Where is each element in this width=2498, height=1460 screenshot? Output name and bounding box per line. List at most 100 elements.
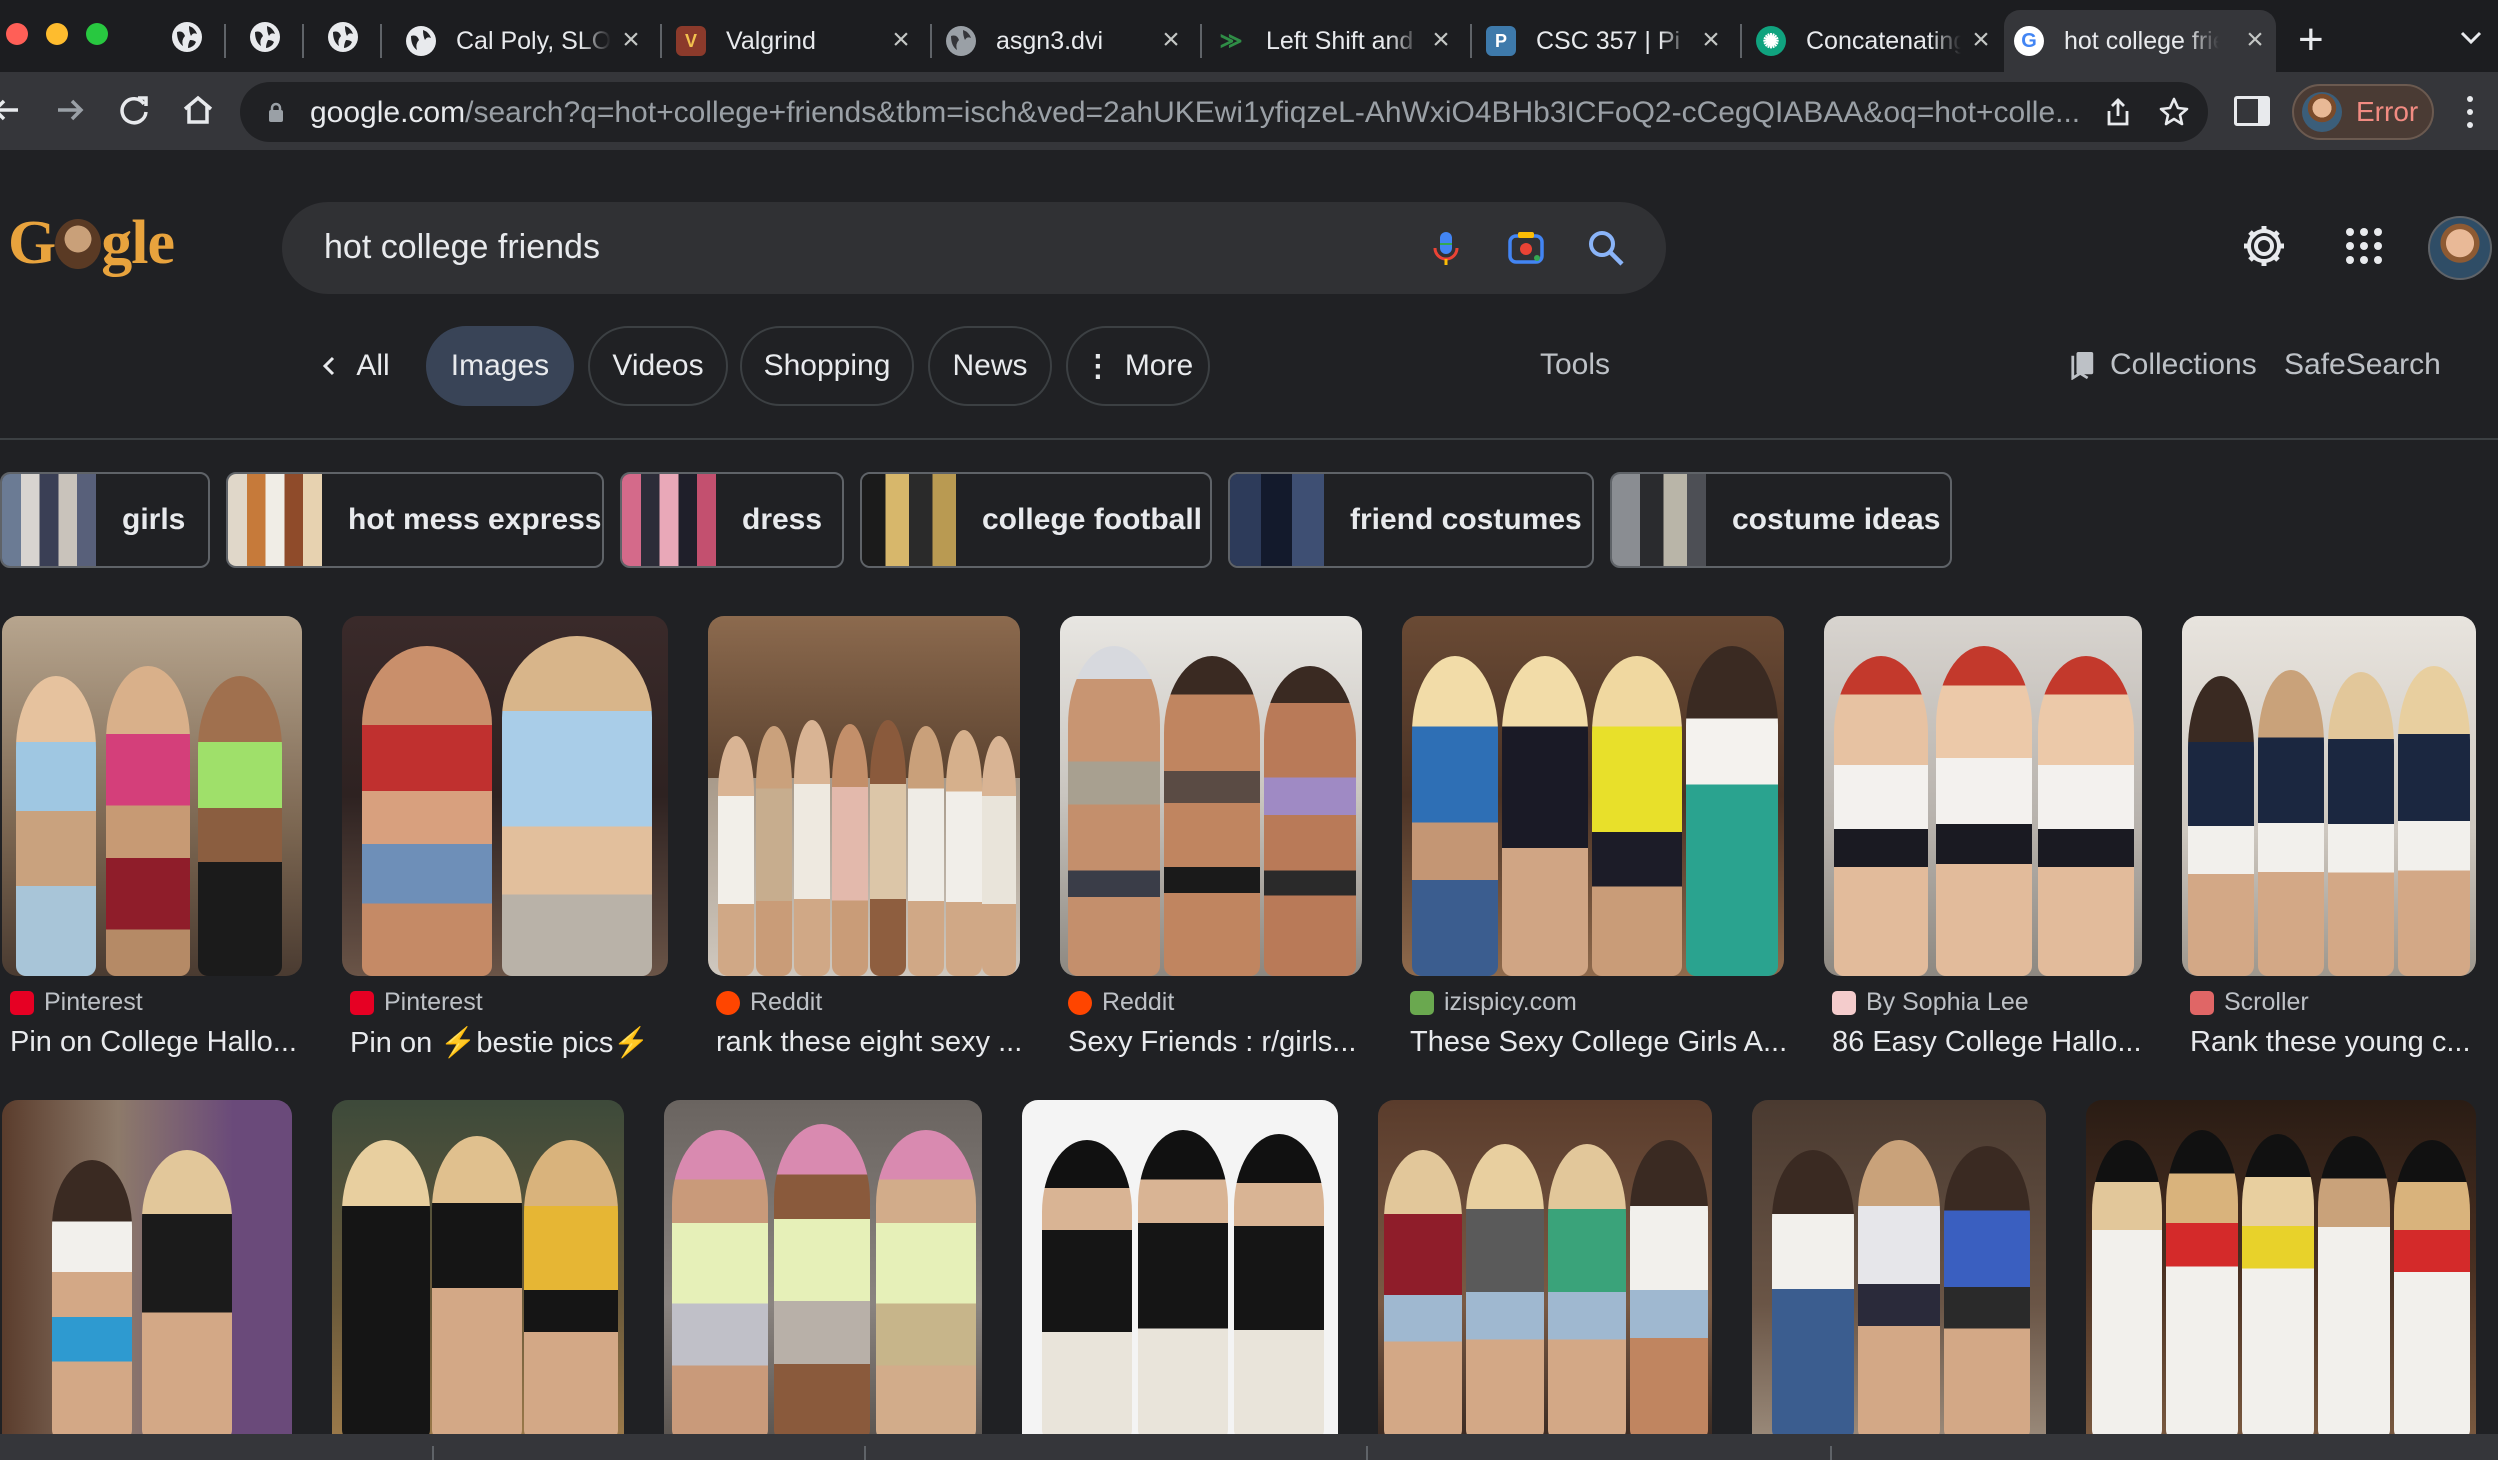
chevron-down-icon[interactable] (2456, 22, 2486, 52)
result-thumbnail[interactable] (2, 1100, 292, 1440)
result-thumbnail[interactable] (342, 616, 668, 976)
new-tab-plus-icon[interactable]: + (2298, 18, 2324, 62)
related-chip-girls[interactable]: girls (0, 472, 210, 568)
account-avatar[interactable] (2428, 216, 2492, 280)
camera-lens-icon[interactable] (1504, 226, 1548, 270)
search-box[interactable]: hot college friends (282, 202, 1666, 294)
result-source[interactable]: Pinterest (10, 988, 143, 1017)
tab-asgn3[interactable]: asgn3.dvi × (936, 10, 1192, 72)
tab-cal-poly[interactable]: Cal Poly, SLO × (396, 10, 652, 72)
google-icon: G (2014, 26, 2044, 56)
tab-close-icon[interactable]: × (616, 25, 646, 56)
tab-title: CSC 357 | Pi (1536, 26, 1681, 55)
tab-more[interactable]: ⋮ More (1066, 326, 1210, 406)
tab-concatenating[interactable]: ✺ Concatenating × (1746, 10, 2002, 72)
related-chip-friend-costumes[interactable]: friend costumes (1228, 472, 1594, 568)
google-logo[interactable]: Ggle (8, 208, 198, 280)
google-apps-icon[interactable] (2346, 228, 2382, 264)
side-panel-icon[interactable] (2234, 96, 2270, 126)
tab-close-icon[interactable]: × (2240, 25, 2270, 56)
tab-videos[interactable]: Videos (588, 326, 728, 406)
result-source[interactable]: Scroller (2190, 988, 2309, 1017)
result-thumbnail[interactable] (1060, 616, 1362, 976)
result-thumbnail[interactable] (2, 616, 302, 976)
avatar (2302, 92, 2342, 132)
tab-shopping[interactable]: Shopping (740, 326, 914, 406)
result-source[interactable]: By Sophia Lee (1832, 988, 2029, 1017)
tab-title: Cal Poly, SLO (456, 26, 611, 55)
tab-close-icon[interactable]: × (1156, 25, 1186, 56)
settings-gear-icon[interactable] (2240, 222, 2288, 270)
globe-icon (329, 23, 357, 51)
maximize-window-button[interactable] (86, 23, 108, 45)
close-window-button[interactable] (6, 23, 28, 45)
result-source[interactable]: Reddit (716, 988, 822, 1017)
result-thumbnail[interactable] (1402, 616, 1784, 976)
share-icon[interactable] (2102, 96, 2134, 128)
reddit-icon (716, 990, 740, 1015)
search-icon[interactable] (1584, 226, 1628, 270)
safesearch-button[interactable]: SafeSearch (2284, 348, 2441, 382)
related-chip-label: girls (122, 503, 186, 536)
header-divider (0, 438, 2498, 440)
result-thumbnail[interactable] (664, 1100, 982, 1440)
result-source[interactable]: izispicy.com (1410, 988, 1577, 1017)
browser-menu-icon[interactable] (2466, 96, 2474, 128)
lock-icon (269, 102, 283, 122)
back-button[interactable] (0, 90, 28, 130)
result-thumbnail[interactable] (708, 616, 1020, 976)
address-bar[interactable]: google.com/search?q=hot+college+friends&… (240, 82, 2208, 142)
reload-button[interactable] (114, 90, 154, 130)
collections-button[interactable]: Collections (2070, 348, 2257, 382)
pinned-tab-globe-1[interactable] (172, 22, 202, 52)
result-source[interactable]: Pinterest (350, 988, 483, 1017)
related-chip-costume-ideas[interactable]: costume ideas (1610, 472, 1952, 568)
pinned-tab-globe-3[interactable] (328, 22, 358, 52)
related-chip-dress[interactable]: dress (620, 472, 844, 568)
piazza-icon: P (1486, 26, 1516, 56)
result-thumbnail[interactable] (1378, 1100, 1712, 1440)
home-button[interactable] (178, 90, 218, 130)
result-thumbnail[interactable] (2086, 1100, 2476, 1440)
related-chip-college-football[interactable]: college football (860, 472, 1212, 568)
sophia-lee-icon (1832, 990, 1856, 1015)
microphone-icon[interactable] (1424, 226, 1468, 270)
result-thumbnail[interactable] (1752, 1100, 2046, 1440)
result-thumbnail[interactable] (2182, 616, 2476, 976)
tab-close-icon[interactable]: × (1966, 25, 1996, 56)
tab-news[interactable]: News (928, 326, 1052, 406)
related-chip-hot-mess-express[interactable]: hot mess express (226, 472, 604, 568)
profile-error-button[interactable]: Error (2292, 84, 2434, 140)
result-caption[interactable]: 86 Easy College Hallo... (1832, 1026, 2148, 1059)
tab-valgrind[interactable]: V Valgrind × (666, 10, 922, 72)
tab-google-images[interactable]: G hot college friends × (2004, 10, 2276, 72)
result-source-label: Pinterest (44, 988, 143, 1016)
pinned-tab-globe-2[interactable] (250, 22, 280, 52)
result-caption[interactable]: Pin on College Hallo... (10, 1026, 300, 1059)
result-thumbnail[interactable] (1824, 616, 2142, 976)
result-thumbnail[interactable] (332, 1100, 624, 1440)
minimize-window-button[interactable] (46, 23, 68, 45)
result-caption[interactable]: Pin on ⚡bestie pics⚡ (350, 1026, 676, 1060)
result-caption[interactable]: rank these eight sexy ... (716, 1026, 1028, 1059)
tab-images[interactable]: Images (426, 326, 574, 406)
result-caption[interactable]: These Sexy College Girls A... (1410, 1026, 1790, 1059)
search-query[interactable]: hot college friends (324, 228, 600, 267)
profile-error-label: Error (2356, 96, 2419, 127)
tab-close-icon[interactable]: × (1426, 25, 1456, 56)
result-caption[interactable]: Sexy Friends : r/girls... (1068, 1026, 1368, 1059)
tools-button[interactable]: Tools (1540, 348, 1610, 382)
bookmark-star-icon[interactable] (2158, 96, 2190, 128)
result-source-label: Reddit (750, 988, 823, 1016)
result-thumbnail[interactable] (1022, 1100, 1338, 1440)
forward-button[interactable] (50, 90, 90, 130)
tab-all[interactable]: All (304, 326, 404, 406)
result-caption[interactable]: Rank these young c... (2190, 1026, 2480, 1059)
pinterest-icon (350, 990, 374, 1015)
tab-close-icon[interactable]: × (886, 25, 916, 56)
tab-close-icon[interactable]: × (1696, 25, 1726, 56)
tab-csc357[interactable]: P CSC 357 | Pi × (1476, 10, 1732, 72)
globe-icon (406, 26, 436, 56)
tab-left-shift[interactable]: ≫ Left Shift and × (1206, 10, 1462, 72)
result-source[interactable]: Reddit (1068, 988, 1174, 1017)
